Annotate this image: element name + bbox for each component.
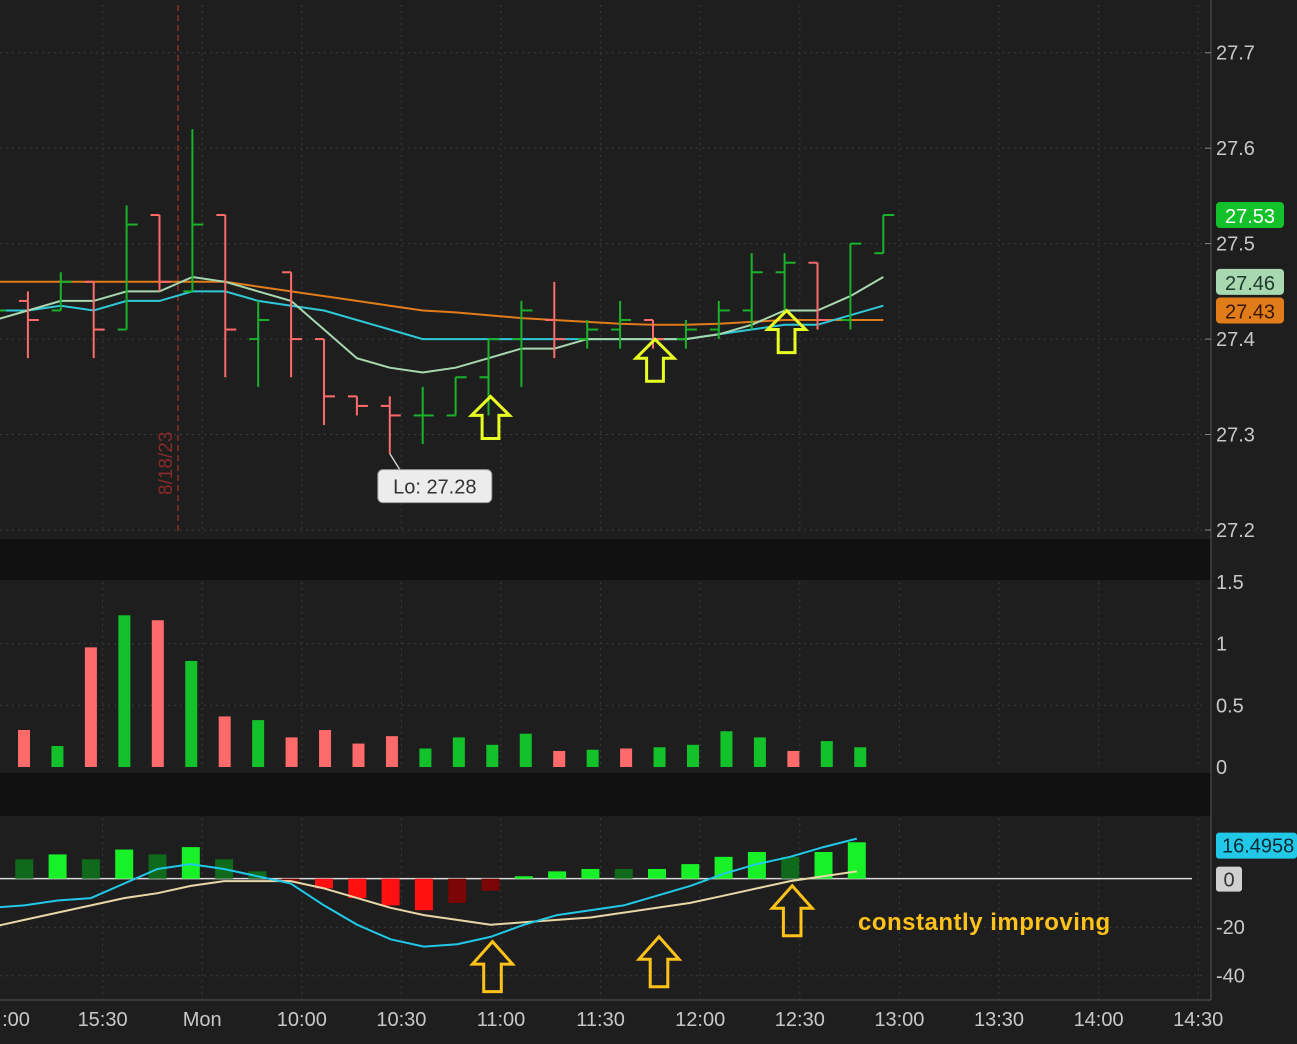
time-tick-label: Mon	[183, 1009, 222, 1031]
volume-bar	[218, 716, 231, 767]
price-value-badge: 27.53	[1216, 202, 1284, 228]
histogram-bar	[481, 878, 500, 891]
time-tick-label: 15:30	[78, 1009, 128, 1031]
time-tick-label: 14:30	[1173, 1009, 1223, 1031]
time-tick-label: 14:00	[1074, 1009, 1124, 1031]
volume-bar	[820, 741, 833, 767]
histogram-bar	[48, 854, 67, 879]
volume-bar	[419, 748, 432, 767]
histogram-bar	[548, 871, 567, 879]
price-tick-label: 27.4	[1216, 329, 1255, 351]
oscillator-tick-label: -20	[1216, 917, 1245, 939]
volume-bar	[352, 743, 365, 767]
histogram-bar	[781, 856, 800, 879]
volume-bar	[84, 647, 97, 767]
session-date-label: 8/18/23	[156, 432, 177, 495]
histogram-bar	[381, 878, 400, 906]
zero-badge: 0	[1216, 866, 1242, 892]
histogram-bar	[448, 878, 467, 903]
time-tick-label: 10:00	[277, 1009, 327, 1031]
volume-bar	[854, 747, 867, 767]
time-tick-label: 12:00	[675, 1009, 725, 1031]
volume-bar	[385, 736, 398, 767]
histogram-bar	[348, 878, 367, 899]
volume-bar	[720, 731, 733, 767]
histogram-bar	[581, 868, 600, 879]
volume-bar	[753, 737, 766, 767]
volume-bar	[118, 615, 131, 767]
histogram-bar	[148, 854, 167, 879]
histogram-bar	[115, 849, 134, 879]
time-tick-label: 11:00	[477, 1009, 526, 1031]
time-tick-label: 11:30	[576, 1009, 625, 1031]
oscillator-value-badge: 16.4958	[1216, 832, 1297, 859]
price-tick-label: 27.2	[1216, 520, 1255, 542]
histogram-bar	[514, 876, 533, 879]
price-tick-label: 27.3	[1216, 425, 1255, 447]
time-tick-label: 13:00	[874, 1009, 924, 1031]
low-callout-text: Lo: 27.28	[393, 477, 476, 499]
histogram-bar	[648, 868, 666, 879]
volume-bar	[519, 733, 532, 767]
time-tick-label: 13:30	[974, 1009, 1024, 1031]
oscillator-badge-text: 16.4958	[1222, 836, 1294, 858]
price-value-badge: 27.43	[1216, 297, 1284, 324]
price-badge-text: 27.43	[1225, 301, 1275, 323]
price-badge-text: 27.53	[1225, 206, 1275, 228]
time-tick-label: :00	[2, 1009, 30, 1031]
volume-bar	[151, 620, 164, 767]
volume-tick-label: 0.5	[1216, 695, 1244, 717]
volume-bar	[18, 730, 30, 767]
price-tick-label: 27.5	[1216, 234, 1255, 256]
volume-bar	[51, 746, 64, 767]
price-tick-label: 27.6	[1216, 138, 1255, 160]
histogram-bar	[414, 878, 433, 911]
annotation-text: constantly improving	[858, 909, 1111, 936]
chart-background	[0, 0, 1297, 1044]
volume-bar	[586, 749, 599, 767]
volume-bar	[185, 660, 198, 767]
volume-bar	[553, 750, 566, 767]
price-badge-text: 27.46	[1225, 273, 1275, 295]
volume-bar	[787, 750, 800, 767]
volume-tick-label: 0	[1216, 757, 1227, 779]
chart-window: 8/18/23 Lo: 27.28 27.7 27.6 27.5 27.4 27.3 27…	[0, 0, 1297, 1044]
price-value-badge: 27.46	[1216, 268, 1284, 295]
histogram-bar	[81, 859, 100, 879]
volume-bar	[452, 737, 465, 767]
time-tick-label: 12:30	[775, 1009, 825, 1031]
volume-bar	[687, 744, 699, 767]
zero-badge-text: 0	[1223, 870, 1234, 892]
volume-tick-label: 1.5	[1216, 572, 1244, 594]
volume-bar	[319, 730, 332, 767]
price-tick-label: 27.7	[1216, 43, 1255, 65]
volume-bar	[620, 748, 633, 767]
histogram-bar	[681, 864, 700, 879]
histogram-bar	[614, 868, 633, 879]
volume-bar	[285, 737, 298, 767]
panel-separator-2[interactable]	[0, 773, 1211, 816]
volume-bar	[653, 747, 666, 767]
oscillator-tick-label: -40	[1216, 966, 1245, 988]
volume-tick-label: 1	[1216, 634, 1227, 656]
histogram-bar	[15, 859, 34, 879]
volume-bar	[486, 744, 499, 767]
histogram-bar	[181, 847, 200, 879]
panel-separator-1[interactable]	[0, 539, 1211, 580]
time-tick-label: 10:30	[376, 1009, 426, 1031]
volume-bar	[252, 720, 265, 767]
